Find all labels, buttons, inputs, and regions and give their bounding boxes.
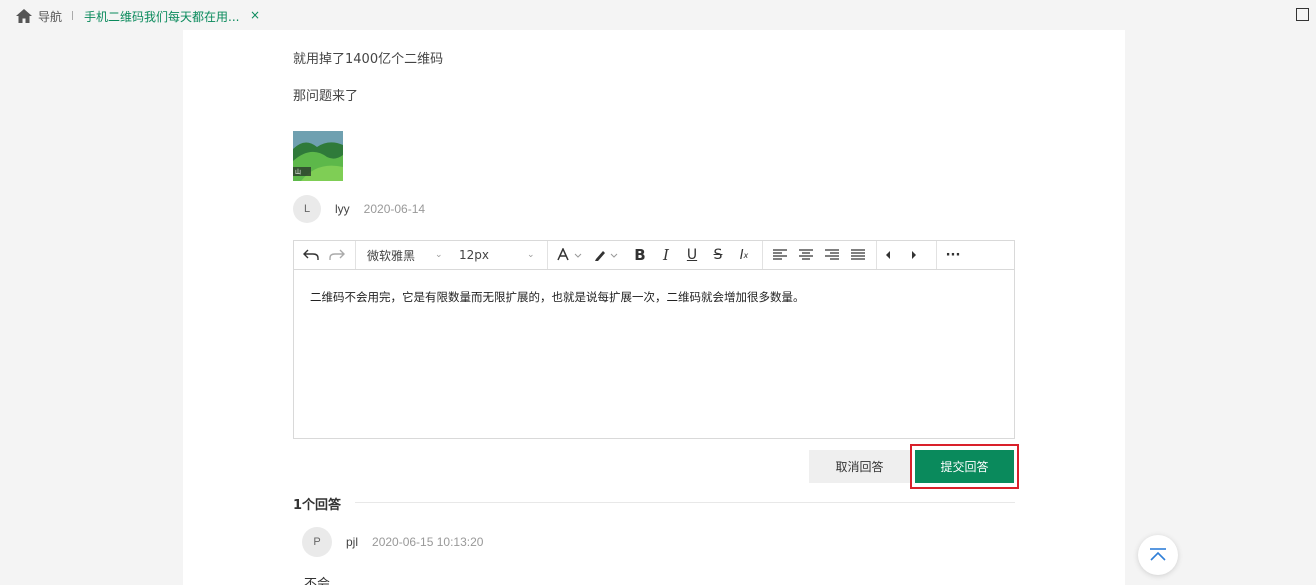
- avatar[interactable]: P: [302, 527, 332, 557]
- font-family-value: 微软雅黑: [367, 248, 416, 263]
- answer-author: P pjl 2020-06-15 10:13:20: [302, 527, 483, 557]
- question-author: L lyy 2020-06-14: [293, 195, 425, 223]
- chevron-down-icon: ⌄: [527, 250, 535, 260]
- tab-active[interactable]: 手机二维码我们每天都在用...: [84, 8, 239, 25]
- chevron-down-icon: ⌄: [435, 250, 443, 260]
- back-to-top-button[interactable]: [1138, 535, 1178, 575]
- align-center-icon[interactable]: [795, 241, 817, 269]
- answer-date: 2020-06-15 10:13:20: [372, 535, 484, 549]
- chevron-right-icon[interactable]: [906, 241, 922, 269]
- author-name[interactable]: pjl: [346, 535, 358, 549]
- toolbar-divider: [876, 241, 877, 269]
- editor-toolbar: 微软雅黑 ⌄ 12px ⌄ B I U S Ix ···: [294, 241, 1014, 270]
- editor-content[interactable]: 二维码不会用完，它是有限数量而无限扩展的，也就是说每扩展一次，二维码就会增加很多…: [294, 270, 1014, 324]
- toolbar-divider: [936, 241, 937, 269]
- answer-editor: 微软雅黑 ⌄ 12px ⌄ B I U S Ix ··· 二维码不会用完，它是有…: [293, 240, 1015, 439]
- italic-icon[interactable]: I: [655, 241, 677, 269]
- divider: [355, 502, 1015, 503]
- clear-format-icon[interactable]: Ix: [733, 241, 755, 269]
- underline-icon[interactable]: U: [681, 241, 703, 269]
- tab-bar: 导航 手机二维码我们每天都在用... ×: [0, 0, 1316, 30]
- highlight-button[interactable]: [590, 241, 622, 269]
- undo-icon[interactable]: [300, 241, 322, 269]
- svg-text:山: 山: [295, 168, 301, 176]
- main-content: 就用掉了1400亿个二维码 那问题来了 山 L lyy 2020-06-14 微…: [183, 30, 1125, 585]
- tab-home[interactable]: 导航: [16, 8, 62, 24]
- answer-text: 不会: [304, 577, 331, 585]
- font-family-select[interactable]: 微软雅黑 ⌄: [367, 241, 445, 269]
- more-icon[interactable]: ···: [942, 241, 964, 269]
- bold-icon[interactable]: B: [629, 241, 651, 269]
- article-image[interactable]: 山: [293, 131, 343, 181]
- maximize-icon[interactable]: [1296, 8, 1309, 21]
- cancel-answer-button[interactable]: 取消回答: [809, 450, 910, 483]
- article-paragraph: 那问题来了: [293, 89, 359, 104]
- font-color-button[interactable]: [554, 241, 586, 269]
- home-icon: [16, 9, 32, 23]
- tab-divider: [72, 11, 73, 20]
- close-icon[interactable]: ×: [250, 8, 260, 22]
- toolbar-divider: [355, 241, 356, 269]
- align-right-icon[interactable]: [821, 241, 843, 269]
- font-size-value: 12px: [459, 248, 489, 262]
- font-size-select[interactable]: 12px ⌄: [459, 241, 537, 269]
- toolbar-divider: [762, 241, 763, 269]
- toolbar-divider: [547, 241, 548, 269]
- align-justify-icon[interactable]: [847, 241, 869, 269]
- strikethrough-icon[interactable]: S: [707, 241, 729, 269]
- landscape-image: 山: [293, 131, 343, 181]
- chevron-left-icon[interactable]: [880, 241, 896, 269]
- article-paragraph: 就用掉了1400亿个二维码: [293, 52, 444, 67]
- tab-home-label: 导航: [38, 9, 63, 24]
- align-left-icon[interactable]: [769, 241, 791, 269]
- redo-icon[interactable]: [326, 241, 348, 269]
- submit-answer-button[interactable]: 提交回答: [915, 450, 1014, 483]
- answers-count: 1个回答: [293, 498, 342, 513]
- avatar[interactable]: L: [293, 195, 321, 223]
- arrow-up-icon: [1150, 548, 1166, 561]
- author-name[interactable]: lyy: [335, 202, 350, 216]
- post-date: 2020-06-14: [363, 202, 426, 216]
